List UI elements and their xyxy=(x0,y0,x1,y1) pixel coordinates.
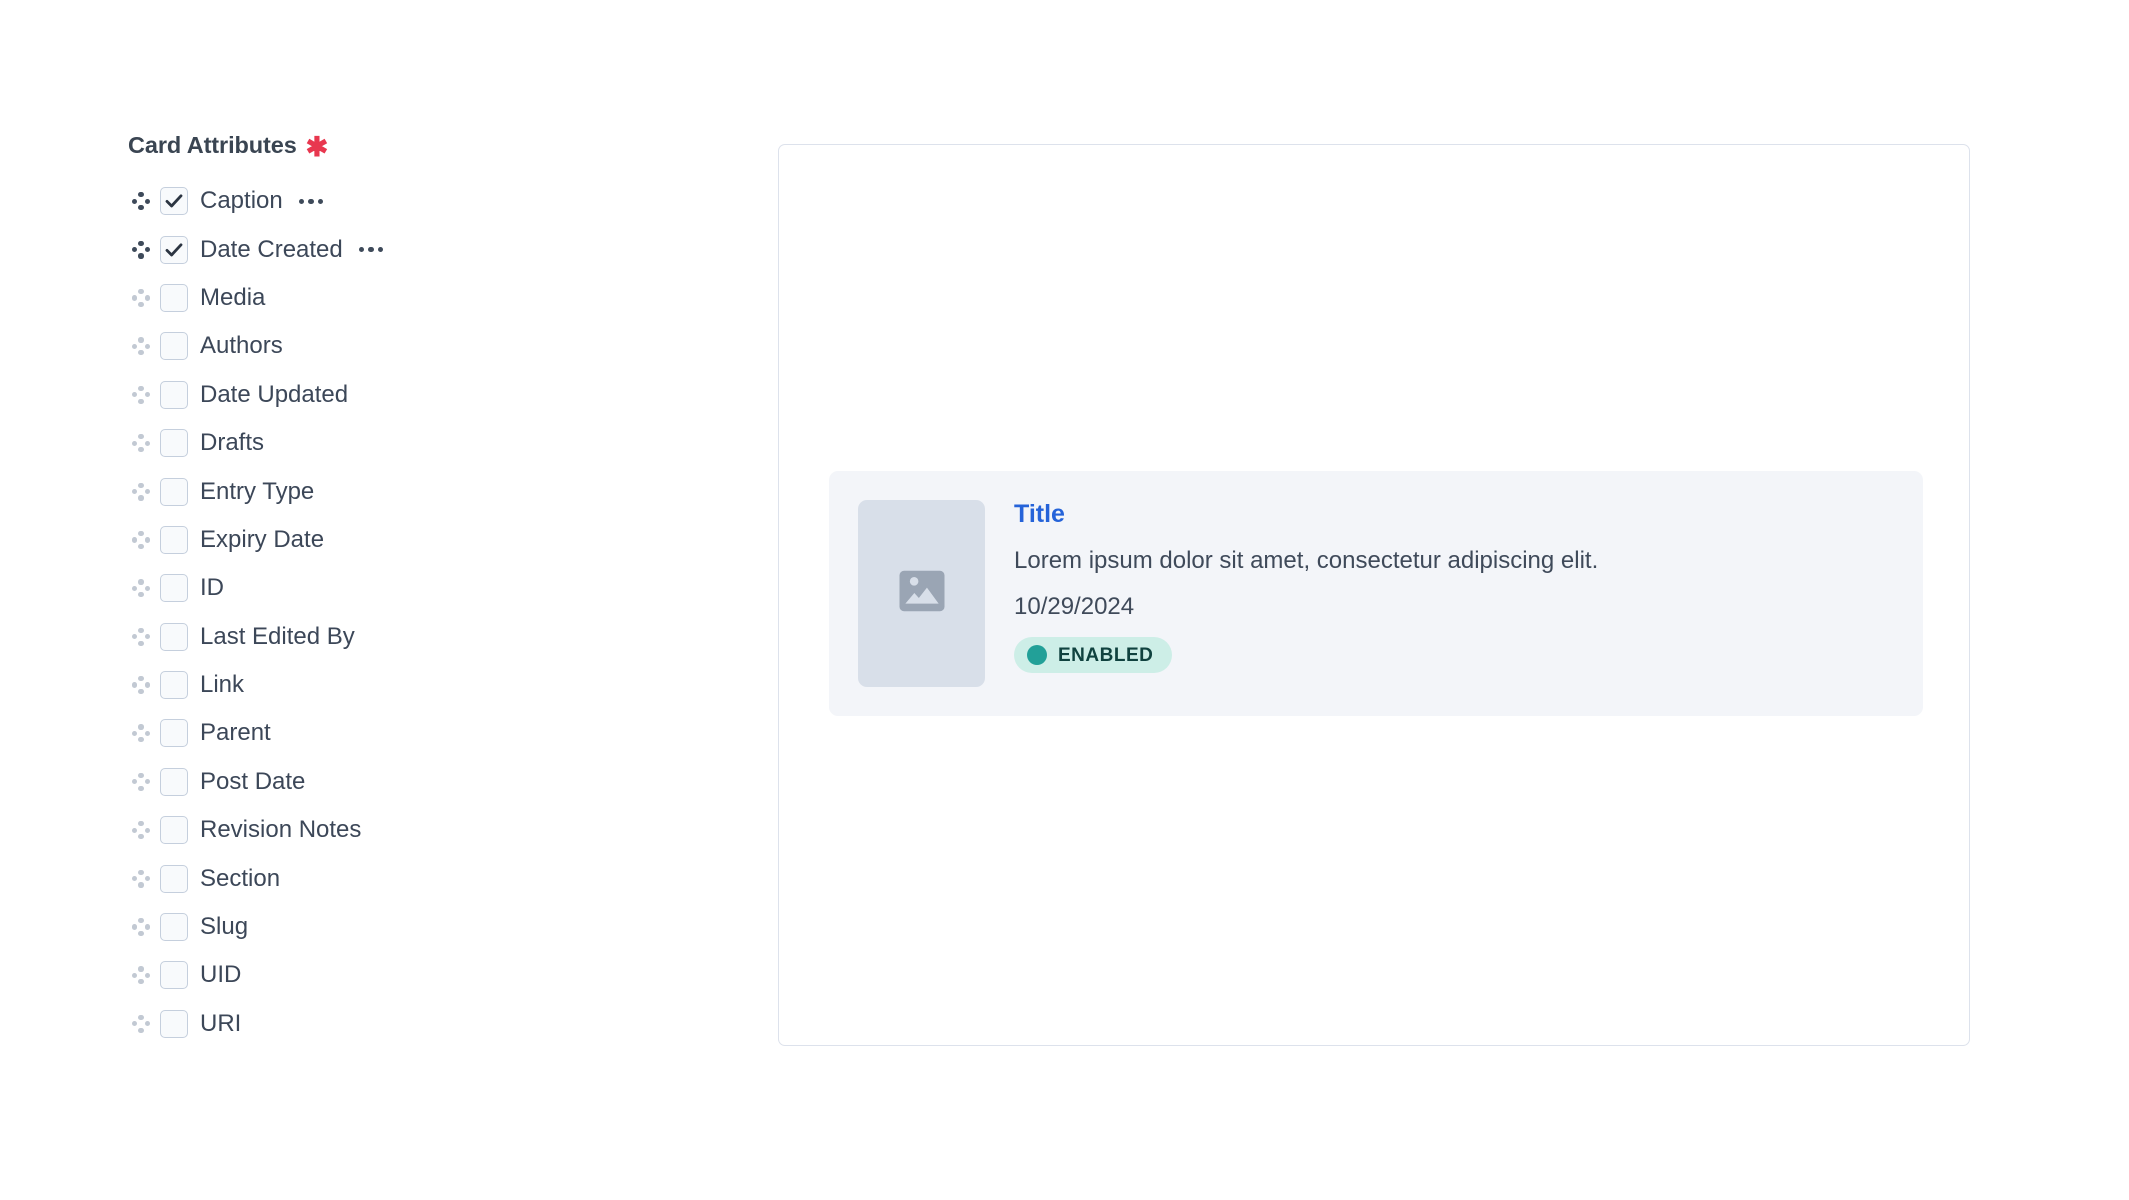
attribute-checkbox[interactable] xyxy=(160,574,188,603)
card-attributes-panel: Card Attributes ✱ Caption Date Created Med… xyxy=(128,132,688,1048)
attribute-row[interactable]: Media xyxy=(128,274,688,322)
attribute-checkbox[interactable] xyxy=(160,1009,188,1038)
attribute-label: Revision Notes xyxy=(200,816,362,844)
preview-card[interactable]: Title Lorem ipsum dolor sit amet, consec… xyxy=(829,471,1923,716)
page-title: Card Attributes ✱ xyxy=(128,131,688,162)
drag-handle-icon[interactable] xyxy=(128,333,154,359)
attribute-row[interactable]: Expiry Date xyxy=(128,516,688,564)
ellipsis-icon[interactable] xyxy=(357,243,386,256)
attribute-row[interactable]: Last Edited By xyxy=(128,613,688,661)
attribute-row[interactable]: Parent xyxy=(128,709,688,757)
attributes-list: Caption Date Created Media Authors Date Upda… xyxy=(128,177,688,1048)
attribute-checkbox[interactable] xyxy=(160,477,188,506)
card-body: Title Lorem ipsum dolor sit amet, consec… xyxy=(1014,500,1598,673)
drag-handle-icon[interactable] xyxy=(128,720,154,746)
drag-handle-icon[interactable] xyxy=(128,527,154,553)
attribute-row[interactable]: Section xyxy=(128,854,688,902)
attribute-label: Link xyxy=(200,671,245,699)
status-badge: ENABLED xyxy=(1014,637,1173,673)
attribute-label: Caption xyxy=(200,187,283,215)
drag-handle-icon[interactable] xyxy=(128,962,154,988)
attribute-row[interactable]: URI xyxy=(128,1000,688,1048)
status-dot-icon xyxy=(1027,645,1047,665)
attribute-checkbox[interactable] xyxy=(160,622,188,651)
drag-handle-icon[interactable] xyxy=(128,672,154,698)
drag-handle-icon[interactable] xyxy=(128,575,154,601)
attribute-label: URI xyxy=(200,1009,242,1037)
attribute-label: Entry Type xyxy=(200,477,315,505)
attribute-label: Post Date xyxy=(200,767,306,795)
drag-handle-icon[interactable] xyxy=(128,285,154,311)
attribute-checkbox[interactable] xyxy=(160,332,188,361)
attribute-checkbox[interactable] xyxy=(160,864,188,893)
attribute-label: Date Created xyxy=(200,235,343,263)
drag-handle-icon[interactable] xyxy=(128,624,154,650)
drag-handle-icon[interactable] xyxy=(128,914,154,940)
attribute-label: UID xyxy=(200,961,242,989)
attribute-row[interactable]: Link xyxy=(128,661,688,709)
image-placeholder-icon xyxy=(895,564,949,623)
card-date: 10/29/2024 xyxy=(1014,593,1135,620)
attribute-row[interactable]: Entry Type xyxy=(128,467,688,515)
status-badge-label: ENABLED xyxy=(1058,644,1154,666)
card-thumbnail xyxy=(858,500,985,687)
attribute-checkbox[interactable] xyxy=(160,961,188,990)
attribute-label: Authors xyxy=(200,332,283,360)
attribute-checkbox[interactable] xyxy=(160,671,188,700)
attribute-checkbox[interactable] xyxy=(160,525,188,554)
attribute-checkbox[interactable] xyxy=(160,235,188,264)
drag-handle-icon[interactable] xyxy=(128,237,154,263)
attribute-checkbox[interactable] xyxy=(160,719,188,748)
attribute-label: Parent xyxy=(200,719,271,747)
attribute-label: Expiry Date xyxy=(200,525,325,553)
attribute-row[interactable]: Date Created xyxy=(128,225,688,273)
attribute-label: Slug xyxy=(200,913,249,941)
attribute-row[interactable]: UID xyxy=(128,951,688,999)
attribute-label: Date Updated xyxy=(200,380,349,408)
card-preview-panel: Title Lorem ipsum dolor sit amet, consec… xyxy=(778,144,1970,1046)
drag-handle-icon[interactable] xyxy=(128,382,154,408)
drag-handle-icon[interactable] xyxy=(128,430,154,456)
attribute-checkbox[interactable] xyxy=(160,187,188,216)
drag-handle-icon[interactable] xyxy=(128,188,154,214)
attribute-checkbox[interactable] xyxy=(160,429,188,458)
attribute-row[interactable]: Date Updated xyxy=(128,371,688,419)
attribute-checkbox[interactable] xyxy=(160,767,188,796)
required-asterisk-icon: ✱ xyxy=(305,132,329,162)
drag-handle-icon[interactable] xyxy=(128,479,154,505)
attribute-checkbox[interactable] xyxy=(160,913,188,942)
attribute-row[interactable]: Revision Notes xyxy=(128,806,688,854)
attribute-checkbox[interactable] xyxy=(160,816,188,845)
attribute-label: Media xyxy=(200,283,266,311)
card-description: Lorem ipsum dolor sit amet, consectetur … xyxy=(1014,547,1599,574)
drag-handle-icon[interactable] xyxy=(128,866,154,892)
attribute-label: Drafts xyxy=(200,429,265,457)
attribute-label: Last Edited By xyxy=(200,622,355,650)
attribute-checkbox[interactable] xyxy=(160,283,188,312)
attribute-row[interactable]: ID xyxy=(128,564,688,612)
attribute-row[interactable]: Post Date xyxy=(128,758,688,806)
attribute-row[interactable]: Slug xyxy=(128,903,688,951)
ellipsis-icon[interactable] xyxy=(297,195,326,208)
drag-handle-icon[interactable] xyxy=(128,817,154,843)
attribute-label: Section xyxy=(200,864,281,892)
attribute-row[interactable]: Drafts xyxy=(128,419,688,467)
attribute-checkbox[interactable] xyxy=(160,380,188,409)
attribute-label: ID xyxy=(200,574,224,602)
attribute-row[interactable]: Caption xyxy=(128,177,688,225)
drag-handle-icon[interactable] xyxy=(128,1011,154,1037)
card-title-link[interactable]: Title xyxy=(1014,502,1598,527)
page-title-text: Card Attributes xyxy=(128,131,297,158)
drag-handle-icon[interactable] xyxy=(128,769,154,795)
attribute-row[interactable]: Authors xyxy=(128,322,688,370)
